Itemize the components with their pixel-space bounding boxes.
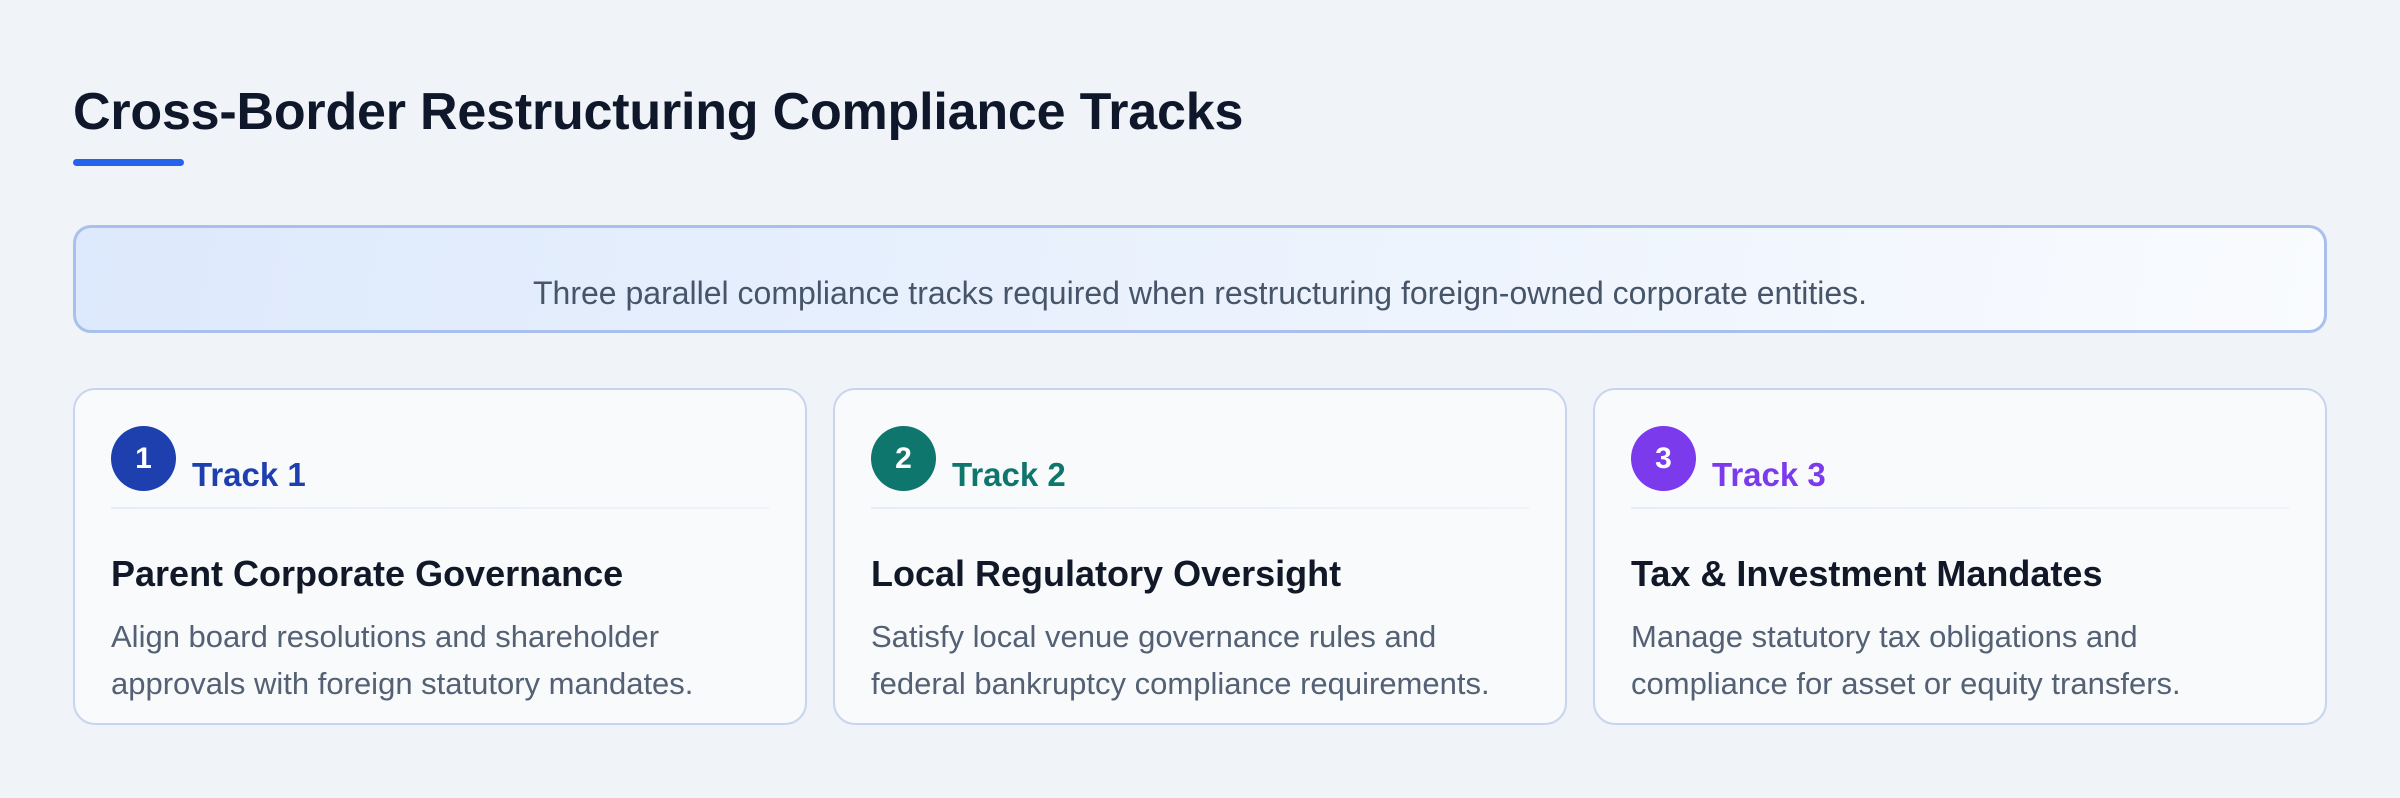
track-card-2: 2 Track 2 Local Regulatory Oversight Sat… bbox=[833, 388, 1567, 725]
card-divider bbox=[871, 507, 1529, 509]
track-label: Track 2 bbox=[952, 456, 1066, 493]
track-number-badge: 2 bbox=[871, 426, 936, 491]
track-cards: 1 Track 1 Parent Corporate Governance Al… bbox=[73, 388, 2327, 725]
banner-text: Three parallel compliance tracks require… bbox=[533, 274, 1867, 311]
track-number-badge: 1 bbox=[111, 426, 176, 491]
track-number-badge: 3 bbox=[1631, 426, 1696, 491]
track-label: Track 3 bbox=[1712, 456, 1826, 493]
track-card-header: 3 Track 3 bbox=[1631, 426, 2289, 491]
card-divider bbox=[1631, 507, 2289, 509]
track-title: Parent Corporate Governance bbox=[111, 553, 624, 594]
track-card-header: 1 Track 1 bbox=[111, 426, 769, 491]
track-description-line: Align board resolutions and shareholder bbox=[111, 619, 660, 654]
page-title: Cross-Border Restructuring Compliance Tr… bbox=[73, 83, 1244, 141]
track-description: Satisfy local venue governance rules and… bbox=[871, 613, 1529, 707]
track-description-line: approvals with foreign statutory mandate… bbox=[111, 666, 694, 701]
track-card-1: 1 Track 1 Parent Corporate Governance Al… bbox=[73, 388, 807, 725]
track-label: Track 1 bbox=[192, 456, 306, 493]
track-title: Tax & Investment Mandates bbox=[1631, 553, 2103, 594]
title-underline bbox=[73, 159, 184, 166]
track-description-line: Satisfy local venue governance rules and bbox=[871, 619, 1437, 654]
track-card-3: 3 Track 3 Tax & Investment Mandates Mana… bbox=[1593, 388, 2327, 725]
track-card-header: 2 Track 2 bbox=[871, 426, 1529, 491]
card-divider bbox=[111, 507, 769, 509]
page: Cross-Border Restructuring Compliance Tr… bbox=[0, 0, 2400, 798]
track-description: Align board resolutions and shareholder … bbox=[111, 613, 769, 707]
track-description-line: compliance for asset or equity transfers… bbox=[1631, 666, 2181, 701]
track-title: Local Regulatory Oversight bbox=[871, 553, 1342, 594]
summary-banner: Three parallel compliance tracks require… bbox=[73, 225, 2327, 333]
track-description-line: federal bankruptcy compliance requiremen… bbox=[871, 666, 1490, 701]
track-description: Manage statutory tax obligations and com… bbox=[1631, 613, 2289, 707]
track-description-line: Manage statutory tax obligations and bbox=[1631, 619, 2138, 654]
